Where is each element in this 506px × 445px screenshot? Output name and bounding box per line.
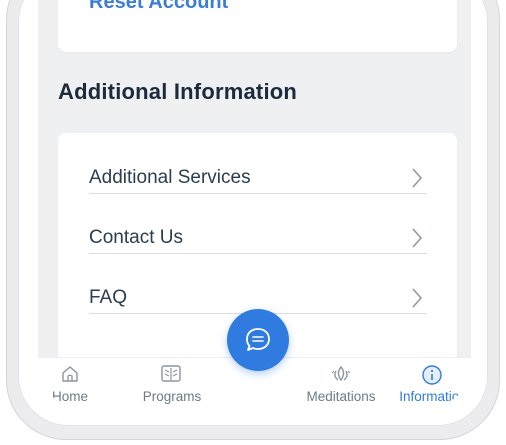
tab-information[interactable]: Information bbox=[390, 358, 471, 405]
chat-bubble-icon bbox=[246, 328, 270, 351]
section-title: Additional Information bbox=[58, 79, 298, 104]
home-icon bbox=[62, 366, 78, 382]
chevron-right-icon bbox=[412, 228, 423, 248]
tab-label: Home bbox=[51, 389, 88, 404]
account-card: Reset Account bbox=[58, 0, 457, 52]
info-icon bbox=[422, 365, 442, 385]
list-item-label: FAQ bbox=[89, 287, 128, 308]
tab-home[interactable]: Home bbox=[46, 358, 94, 405]
tab-label: Meditations bbox=[306, 389, 376, 404]
tab-label: Information bbox=[399, 389, 467, 404]
lotus-icon bbox=[331, 365, 351, 382]
list-item-contact-us[interactable]: Contact Us bbox=[89, 193, 427, 254]
chevron-right-icon bbox=[412, 168, 423, 188]
book-icon bbox=[161, 365, 181, 382]
reset-account-button[interactable]: Reset Account bbox=[89, 0, 228, 14]
chevron-right-icon bbox=[412, 288, 423, 308]
list-item-label: Contact Us bbox=[89, 227, 183, 248]
app-screen: Reset Account Additional Information Add… bbox=[38, 0, 471, 405]
list-item-additional-services[interactable]: Additional Services bbox=[89, 133, 427, 194]
tab-label: Programs bbox=[142, 389, 202, 404]
tab-meditations[interactable]: Meditations bbox=[300, 358, 382, 405]
tab-programs[interactable]: Programs bbox=[132, 358, 212, 405]
chat-button[interactable] bbox=[227, 309, 289, 371]
list-item-label: Additional Services bbox=[89, 167, 251, 188]
list-item-faq[interactable]: FAQ bbox=[89, 253, 427, 314]
